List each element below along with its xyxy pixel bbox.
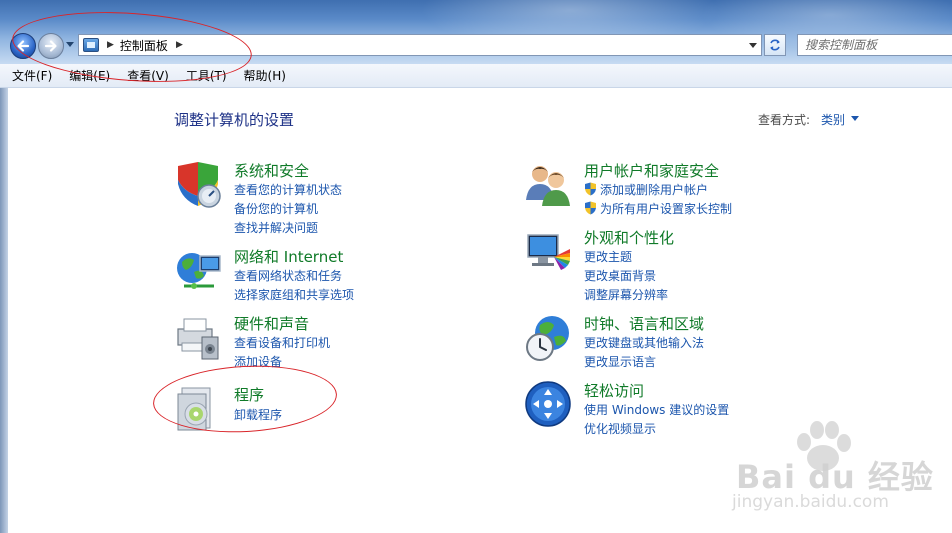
link-screen-resolution[interactable]: 调整屏幕分辨率 bbox=[584, 286, 668, 303]
view-by-label: 查看方式: bbox=[758, 113, 811, 127]
menu-view[interactable]: 查看(V) bbox=[127, 67, 169, 84]
uac-shield-icon bbox=[585, 201, 596, 215]
category-title[interactable]: 时钟、语言和区域 bbox=[584, 313, 704, 334]
arrow-right-icon bbox=[44, 40, 57, 52]
category-appearance: 外观和个性化 更改主题 更改桌面背景 调整屏幕分辨率 bbox=[524, 227, 844, 307]
menu-tools[interactable]: 工具(T) bbox=[186, 67, 227, 84]
menu-bar: 文件(F) 编辑(E) 查看(V) 工具(T) 帮助(H) bbox=[0, 64, 952, 88]
back-button[interactable] bbox=[10, 33, 36, 59]
link-optimize-visual-display[interactable]: 优化视频显示 bbox=[584, 420, 656, 437]
clock-language-icon[interactable] bbox=[524, 313, 574, 363]
link-network-status[interactable]: 查看网络状态和任务 bbox=[234, 267, 342, 284]
refresh-icon bbox=[770, 39, 780, 51]
link-label: 添加或删除用户帐户 bbox=[600, 183, 709, 197]
refresh-button[interactable] bbox=[764, 34, 786, 56]
link-troubleshoot[interactable]: 查找并解决问题 bbox=[234, 219, 318, 236]
category-hardware-sound: 硬件和声音 查看设备和打印机 添加设备 bbox=[174, 313, 474, 373]
system-security-icon[interactable] bbox=[174, 160, 224, 210]
category-clock-language: 时钟、语言和区域 更改键盘或其他输入法 更改显示语言 bbox=[524, 313, 844, 373]
link-display-language[interactable]: 更改显示语言 bbox=[584, 353, 656, 370]
programs-icon[interactable] bbox=[174, 384, 224, 434]
menu-help[interactable]: 帮助(H) bbox=[244, 67, 286, 84]
recent-pages-dropdown[interactable] bbox=[66, 42, 74, 47]
appearance-icon[interactable] bbox=[524, 227, 574, 277]
link-homegroup-sharing[interactable]: 选择家庭组和共享选项 bbox=[234, 286, 354, 303]
category-title[interactable]: 系统和安全 bbox=[234, 160, 309, 181]
menu-file[interactable]: 文件(F) bbox=[12, 67, 52, 84]
link-label: 为所有用户设置家长控制 bbox=[600, 202, 733, 216]
category-user-accounts: 用户帐户和家庭安全 添加或删除用户帐户 为所有用户设置家长控制 bbox=[524, 160, 844, 220]
ease-of-access-icon[interactable] bbox=[524, 380, 574, 430]
link-add-remove-accounts[interactable]: 添加或删除用户帐户 bbox=[584, 181, 708, 198]
category-programs: 程序 卸载程序 bbox=[174, 384, 474, 434]
page-title: 调整计算机的设置 bbox=[174, 111, 295, 129]
link-uninstall-program[interactable]: 卸载程序 bbox=[234, 406, 282, 423]
control-panel-icon bbox=[83, 38, 99, 52]
category-title[interactable]: 程序 bbox=[234, 384, 264, 405]
breadcrumb-control-panel[interactable]: 控制面板 bbox=[120, 37, 168, 54]
link-devices-printers[interactable]: 查看设备和打印机 bbox=[234, 334, 330, 351]
link-parental-controls[interactable]: 为所有用户设置家长控制 bbox=[584, 200, 732, 217]
menu-edit[interactable]: 编辑(E) bbox=[69, 67, 110, 84]
uac-shield-icon bbox=[585, 182, 596, 196]
link-desktop-background[interactable]: 更改桌面背景 bbox=[584, 267, 656, 284]
address-dropdown-icon[interactable] bbox=[749, 43, 757, 48]
window-left-edge bbox=[0, 88, 8, 533]
link-add-device[interactable]: 添加设备 bbox=[234, 353, 282, 370]
category-system-security: 系统和安全 查看您的计算机状态 备份您的计算机 查找并解决问题 bbox=[174, 160, 474, 240]
breadcrumb-separator-icon[interactable]: ▶ bbox=[176, 40, 183, 50]
breadcrumb-separator-icon[interactable]: ▶ bbox=[107, 40, 114, 50]
arrow-left-icon bbox=[17, 40, 30, 52]
search-input[interactable]: 搜索控制面板 bbox=[797, 34, 952, 56]
network-icon[interactable] bbox=[174, 246, 224, 296]
user-accounts-icon[interactable] bbox=[524, 160, 574, 210]
link-backup-computer[interactable]: 备份您的计算机 bbox=[234, 200, 318, 217]
link-keyboard-input[interactable]: 更改键盘或其他输入法 bbox=[584, 334, 704, 351]
forward-button[interactable] bbox=[38, 33, 64, 59]
category-title[interactable]: 轻松访问 bbox=[584, 380, 644, 401]
link-view-computer-status[interactable]: 查看您的计算机状态 bbox=[234, 181, 342, 198]
link-change-theme[interactable]: 更改主题 bbox=[584, 248, 632, 265]
hardware-sound-icon[interactable] bbox=[174, 313, 224, 363]
category-network-internet: 网络和 Internet 查看网络状态和任务 选择家庭组和共享选项 bbox=[174, 246, 474, 306]
category-title[interactable]: 外观和个性化 bbox=[584, 227, 674, 248]
category-title[interactable]: 网络和 Internet bbox=[234, 246, 343, 267]
window-toolbar: ▶ 控制面板 ▶ 搜索控制面板 bbox=[0, 0, 952, 64]
view-by-dropdown[interactable]: 类别 bbox=[821, 111, 845, 128]
address-bar[interactable]: ▶ 控制面板 ▶ bbox=[78, 34, 762, 56]
chevron-down-icon[interactable] bbox=[851, 116, 859, 121]
link-windows-suggested-settings[interactable]: 使用 Windows 建议的设置 bbox=[584, 401, 729, 418]
category-title[interactable]: 硬件和声音 bbox=[234, 313, 309, 334]
category-title[interactable]: 用户帐户和家庭安全 bbox=[584, 160, 719, 181]
watermark-url: jingyan.baidu.com bbox=[732, 492, 889, 512]
